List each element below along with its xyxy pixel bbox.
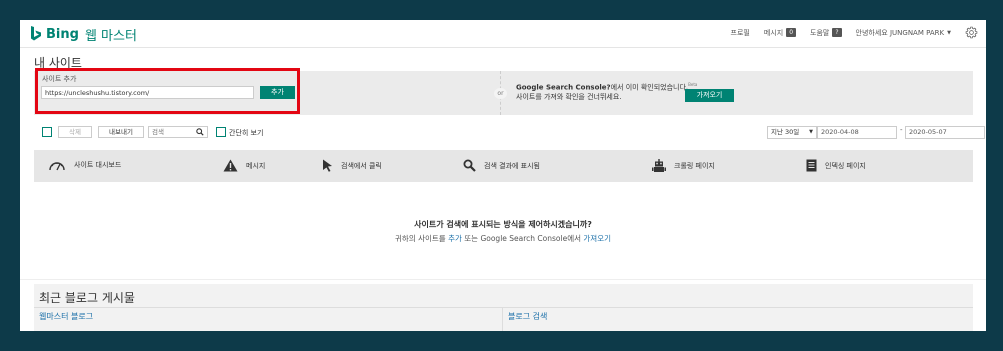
add-site-strip: 사이트 추가 https://uncleshushu.tistory.com/ …: [34, 68, 973, 115]
period-select[interactable]: 지난 30일 ▼: [767, 126, 817, 139]
feature-label: 크롤링 페이지: [674, 161, 715, 170]
webmaster-blog-link[interactable]: 웹마스터 블로그: [39, 311, 93, 322]
nav-help-label: 도움말: [810, 28, 830, 37]
gsc-title: Google Search Console?: [516, 83, 611, 92]
feature-label: 인덱싱 페이지: [825, 161, 866, 170]
top-nav: 프로필 메시지 0 도움말 ? 안녕하세요 JUNGNAM PARK ▼: [731, 26, 978, 39]
search-icon[interactable]: [196, 128, 204, 136]
section-divider: [20, 279, 986, 280]
add-site-label: 사이트 추가: [42, 75, 77, 83]
feature-crawled[interactable]: 크롤링 페이지: [652, 159, 715, 172]
gsc-line1: 에서 이미 확인되었습니다.: [610, 83, 689, 92]
bing-logo[interactable]: Bing 웹 마스터: [29, 25, 137, 44]
import-link[interactable]: 가져오기: [583, 234, 611, 243]
magnifier-icon: [463, 159, 476, 172]
blog-divider: [34, 307, 973, 308]
feature-label: 사이트 대시보드: [74, 161, 122, 169]
delete-button[interactable]: 삭제: [58, 126, 92, 138]
messages-count-badge: 0: [786, 28, 797, 37]
recent-blog-section: 최근 블로그 게시물 웹마스터 블로그 블로그 검색: [34, 284, 973, 331]
warning-icon: [223, 159, 238, 172]
user-greeting: 안녕하세요 JUNGNAM PARK: [855, 28, 945, 37]
nav-messages-label: 메시지: [763, 28, 784, 37]
feature-dashboard[interactable]: 사이트 대시보드: [48, 159, 121, 171]
add-link[interactable]: 추가: [448, 234, 462, 243]
product-name: 웹 마스터: [84, 29, 137, 44]
add-site-box: 사이트 추가 https://uncleshushu.tistory.com/ …: [35, 68, 300, 114]
caret-down-icon: ▼: [809, 129, 813, 135]
blog-section-title: 최근 블로그 게시물: [39, 291, 135, 305]
or-separator: or: [494, 88, 507, 99]
gear-icon[interactable]: [965, 26, 978, 39]
feature-impressions[interactable]: 검색 결과에 표시됨: [463, 159, 540, 172]
add-site-button[interactable]: 추가: [260, 86, 295, 99]
simple-view-checkbox[interactable]: [216, 127, 226, 137]
empty-state-prefix: 귀하의 사이트를: [394, 234, 449, 243]
gsc-line2: 사이트를 가져와 확인을 건너뛰세요.: [516, 93, 622, 102]
empty-state-question: 사이트가 검색에 표시되는 방식을 제어하시겠습니까?: [414, 220, 592, 229]
import-button[interactable]: 가져오기: [685, 89, 734, 102]
beta-tag: Beta: [688, 82, 698, 87]
feature-label: 메시지: [246, 161, 266, 170]
bing-b-icon: [31, 26, 41, 41]
date-separator: -: [900, 126, 903, 134]
cursor-icon: [323, 159, 332, 172]
nav-help[interactable]: 도움말 ?: [810, 28, 842, 38]
export-button[interactable]: 내보내기: [98, 126, 144, 138]
webmaster-page: Bing 웹 마스터 프로필 메시지 0 도움말 ? 안녕하세요 JUNGNAM…: [20, 20, 986, 331]
empty-state-middle: 또는 Google Search Console에서: [461, 234, 584, 243]
nav-profile[interactable]: 프로필: [731, 28, 750, 38]
site-url-input[interactable]: https://uncleshushu.tistory.com/: [41, 86, 254, 99]
date-to-input[interactable]: 2020-05-07: [905, 126, 985, 139]
feature-messages[interactable]: 메시지: [223, 159, 265, 172]
blog-search-link[interactable]: 블로그 검색: [508, 311, 547, 322]
help-badge: ?: [832, 28, 842, 37]
feature-label: 검색 결과에 표시됨: [484, 161, 540, 170]
user-menu[interactable]: 안녕하세요 JUNGNAM PARK ▼: [856, 28, 951, 38]
caret-down-icon: ▼: [947, 29, 951, 36]
feature-label: 검색에서 클릭: [341, 161, 382, 170]
simple-view-label: 간단히 보기: [229, 129, 264, 137]
nav-messages[interactable]: 메시지 0: [763, 28, 797, 38]
empty-state-subtext: 귀하의 사이트를 추가 또는 Google Search Console에서 가…: [20, 233, 986, 244]
document-icon: [806, 159, 817, 172]
blog-column-divider: [502, 308, 503, 331]
gauge-icon: [49, 162, 65, 171]
feature-indexed[interactable]: 인덱싱 페이지: [806, 159, 866, 172]
brand-name: Bing: [46, 27, 79, 42]
robot-icon: [652, 159, 666, 172]
top-bar: Bing 웹 마스터 프로필 메시지 0 도움말 ? 안녕하세요 JUNGNAM…: [20, 20, 986, 48]
feature-bar: 사이트 대시보드 메시지 검색에서 클릭 검색 결과에 표시됨 크롤링 페이지 …: [34, 150, 973, 182]
period-value: 지난 30일: [771, 128, 800, 136]
site-toolbar: 삭제 내보내기 검색 간단히 보기 지난 30일 ▼ 2020-04-08 - …: [34, 125, 985, 139]
feature-clicks[interactable]: 검색에서 클릭: [322, 159, 382, 172]
date-from-input[interactable]: 2020-04-08: [817, 126, 897, 139]
select-all-checkbox[interactable]: [42, 127, 52, 137]
